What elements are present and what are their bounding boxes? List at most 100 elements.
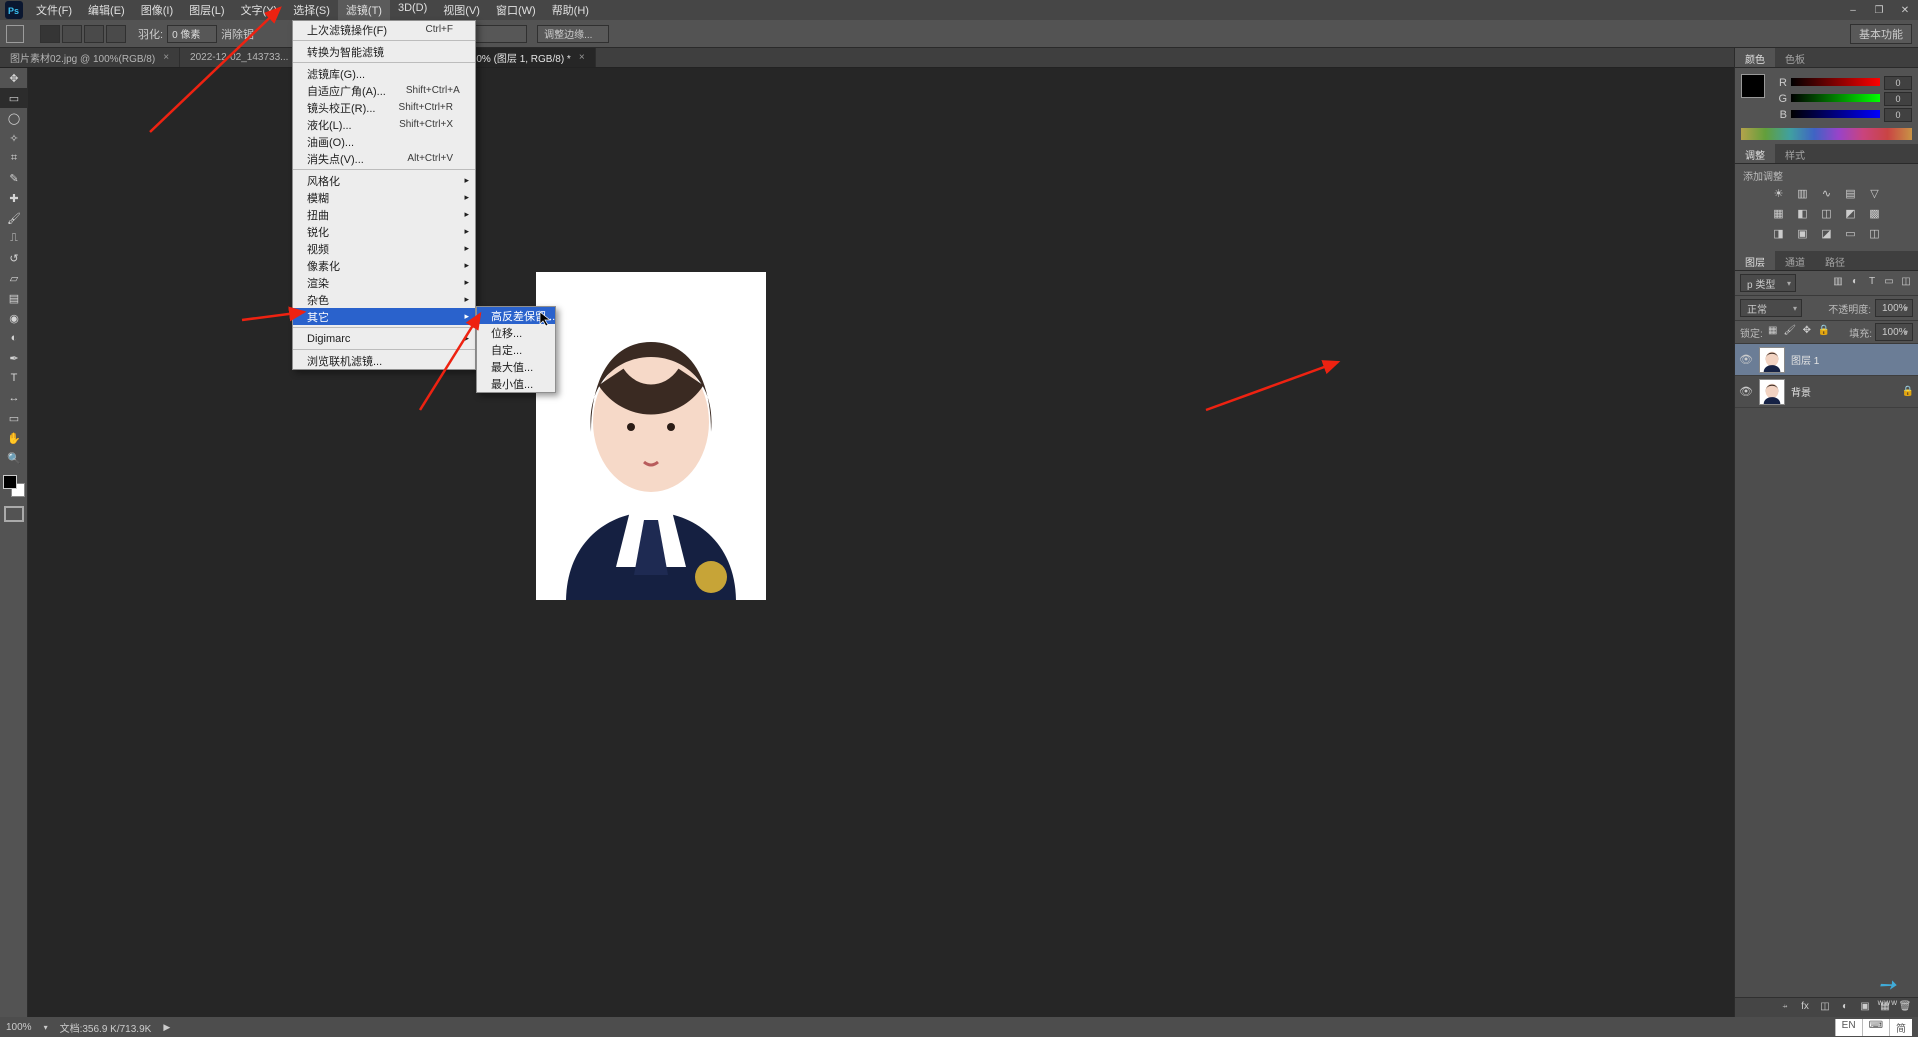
menu-oil-paint[interactable]: 油画(O)...: [293, 133, 475, 150]
submenu-custom[interactable]: 自定...: [477, 341, 555, 358]
link-layers-icon[interactable]: ⍆: [1778, 1001, 1792, 1015]
adj-photo-filter-icon[interactable]: ◫: [1819, 207, 1835, 223]
menu-browse-filters[interactable]: 浏览联机滤镜...: [293, 352, 475, 369]
hand-tool-icon[interactable]: ✋: [0, 428, 28, 448]
filter-image-icon[interactable]: ▥: [1831, 276, 1845, 290]
layer-thumbnail[interactable]: [1759, 347, 1785, 373]
refine-edges-button[interactable]: 调整边缘...: [537, 25, 609, 43]
lasso-tool-icon[interactable]: ◯: [0, 108, 28, 128]
menu-convert-smart[interactable]: 转换为智能滤镜: [293, 43, 475, 60]
menu-3d[interactable]: 3D(D): [390, 0, 435, 21]
marquee-tool-icon[interactable]: ▭: [0, 88, 28, 108]
adj-posterize-icon[interactable]: ▣: [1795, 227, 1811, 243]
tool-preset-icon[interactable]: [6, 25, 24, 43]
adj-exposure-icon[interactable]: ▤: [1843, 187, 1859, 203]
submenu-high-pass[interactable]: 高反差保留...: [477, 307, 555, 324]
tab-styles[interactable]: 样式: [1775, 144, 1815, 163]
chevron-down-icon[interactable]: ▾: [44, 1023, 48, 1032]
rectangle-tool-icon[interactable]: ▭: [0, 408, 28, 428]
menu-blur[interactable]: 模糊: [293, 189, 475, 206]
menu-render[interactable]: 渲染: [293, 274, 475, 291]
menu-lens-correction[interactable]: 镜头校正(R)...Shift+Ctrl+R: [293, 99, 475, 116]
stamp-tool-icon[interactable]: ⎍: [0, 228, 28, 248]
g-slider[interactable]: [1791, 94, 1880, 104]
menu-filter[interactable]: 滤镜(T): [338, 0, 390, 21]
adj-brightness-icon[interactable]: ☀: [1771, 187, 1787, 203]
filter-smart-icon[interactable]: ◫: [1899, 276, 1913, 290]
menu-noise[interactable]: 杂色: [293, 291, 475, 308]
adj-selectivecolor-icon[interactable]: ◫: [1867, 227, 1883, 243]
menu-view[interactable]: 视图(V): [435, 0, 488, 21]
menu-stylize[interactable]: 风格化: [293, 172, 475, 189]
fill-input[interactable]: 100%: [1875, 323, 1913, 341]
mask-icon[interactable]: ◫: [1818, 1001, 1832, 1015]
layer-thumbnail[interactable]: [1759, 379, 1785, 405]
quick-select-tool-icon[interactable]: ✧: [0, 128, 28, 148]
menu-sharpen[interactable]: 锐化: [293, 223, 475, 240]
minimize-button[interactable]: –: [1840, 1, 1866, 19]
eraser-tool-icon[interactable]: ▱: [0, 268, 28, 288]
dodge-tool-icon[interactable]: ◐: [0, 328, 28, 348]
close-icon[interactable]: ×: [579, 52, 585, 63]
menu-adaptive-wide[interactable]: 自适应广角(A)...Shift+Ctrl+A: [293, 82, 475, 99]
gradient-tool-icon[interactable]: ▤: [0, 288, 28, 308]
adj-hue-icon[interactable]: ▦: [1771, 207, 1787, 223]
adj-gradientmap-icon[interactable]: ▭: [1843, 227, 1859, 243]
feather-input[interactable]: 0 像素: [167, 25, 217, 43]
close-button[interactable]: ✕: [1892, 1, 1918, 19]
language-indicator[interactable]: EN ⌨ 简: [1835, 1019, 1912, 1036]
layer-name[interactable]: 背景: [1791, 384, 1811, 399]
adjustment-layer-icon[interactable]: ◐: [1838, 1001, 1852, 1015]
menu-liquify[interactable]: 液化(L)...Shift+Ctrl+X: [293, 116, 475, 133]
trash-icon[interactable]: 🗑: [1898, 1001, 1912, 1015]
blend-mode-dropdown[interactable]: 正常: [1740, 299, 1802, 317]
foreground-swatch[interactable]: [1741, 74, 1765, 98]
blur-tool-icon[interactable]: ◉: [0, 308, 28, 328]
close-icon[interactable]: ×: [163, 52, 169, 63]
lock-move-icon[interactable]: ✥: [1800, 325, 1814, 339]
subtract-selection-button[interactable]: [84, 25, 104, 43]
tab-paths[interactable]: 路径: [1815, 251, 1855, 270]
new-selection-button[interactable]: [40, 25, 60, 43]
menu-type[interactable]: 文字(Y): [233, 0, 286, 21]
height-input[interactable]: [467, 25, 527, 43]
filter-adjust-icon[interactable]: ◐: [1848, 276, 1862, 290]
submenu-maximum[interactable]: 最大值...: [477, 358, 555, 375]
adj-invert-icon[interactable]: ◨: [1771, 227, 1787, 243]
adj-channel-mixer-icon[interactable]: ◩: [1843, 207, 1859, 223]
filter-type-icon[interactable]: T: [1865, 276, 1879, 290]
lock-transparent-icon[interactable]: ▦: [1766, 325, 1780, 339]
g-value[interactable]: 0: [1884, 92, 1912, 106]
type-tool-icon[interactable]: T: [0, 368, 28, 388]
menu-pixelate[interactable]: 像素化: [293, 257, 475, 274]
tab-color[interactable]: 颜色: [1735, 48, 1775, 67]
tab-layers[interactable]: 图层: [1735, 251, 1775, 270]
quick-mask-icon[interactable]: [4, 506, 24, 522]
menu-edit[interactable]: 编辑(E): [80, 0, 133, 21]
hue-strip[interactable]: [1741, 128, 1912, 140]
workspace-switcher[interactable]: 基本功能: [1850, 24, 1912, 44]
menu-other[interactable]: 其它: [293, 308, 475, 325]
path-select-tool-icon[interactable]: ↔: [0, 388, 28, 408]
r-value[interactable]: 0: [1884, 76, 1912, 90]
move-tool-icon[interactable]: ✥: [0, 68, 28, 88]
lock-paint-icon[interactable]: 🖌: [1783, 325, 1797, 339]
zoom-tool-icon[interactable]: 🔍: [0, 448, 28, 468]
adj-levels-icon[interactable]: ▥: [1795, 187, 1811, 203]
visibility-icon[interactable]: 👁: [1739, 353, 1753, 367]
menu-last-filter[interactable]: 上次滤镜操作(F) Ctrl+F: [293, 21, 475, 38]
group-icon[interactable]: ▣: [1858, 1001, 1872, 1015]
menu-select[interactable]: 选择(S): [285, 0, 338, 21]
tab-channels[interactable]: 通道: [1775, 251, 1815, 270]
menu-help[interactable]: 帮助(H): [544, 0, 597, 21]
layer-row[interactable]: 👁 图层 1: [1735, 344, 1918, 376]
layer-row[interactable]: 👁 背景 🔒: [1735, 376, 1918, 408]
menu-file[interactable]: 文件(F): [28, 0, 80, 21]
menu-layer[interactable]: 图层(L): [181, 0, 232, 21]
adj-threshold-icon[interactable]: ◪: [1819, 227, 1835, 243]
eyedropper-tool-icon[interactable]: ✎: [0, 168, 28, 188]
visibility-icon[interactable]: 👁: [1739, 385, 1753, 399]
play-icon[interactable]: ▶: [163, 1022, 170, 1033]
adj-curves-icon[interactable]: ∿: [1819, 187, 1835, 203]
layer-filter-kind[interactable]: p 类型: [1740, 274, 1796, 292]
